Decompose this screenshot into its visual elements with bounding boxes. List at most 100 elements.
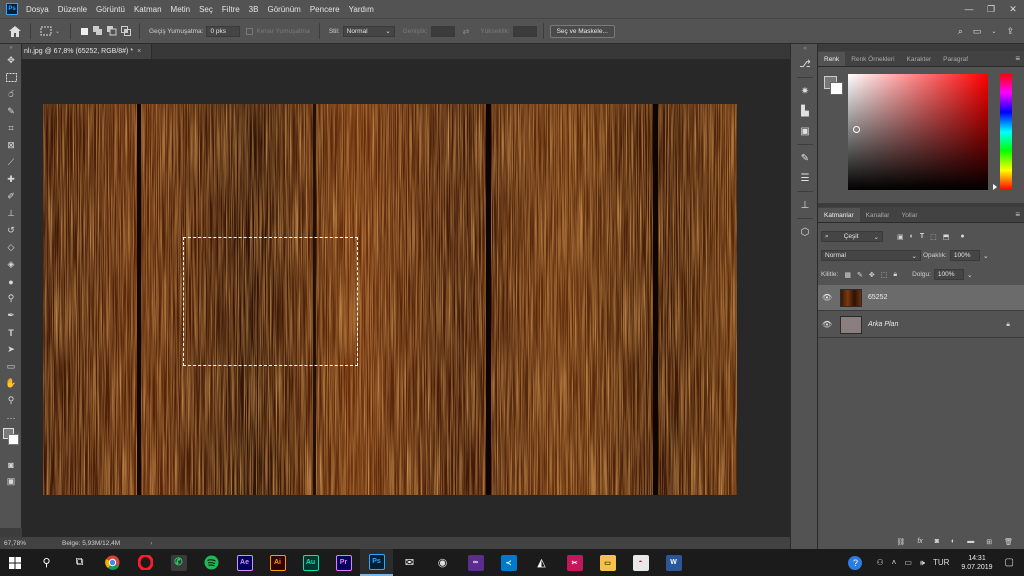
adjustment-layer-icon[interactable]: ◐ [951, 538, 955, 545]
clone-stamp-tool-icon[interactable]: ⊥ [0, 205, 22, 222]
tab-paths[interactable]: Yollar [895, 208, 923, 222]
blur-tool-icon[interactable]: ● [0, 273, 22, 290]
lock-all-icon[interactable]: 🔒︎ [893, 271, 897, 279]
healing-brush-tool-icon[interactable]: ✚ [0, 171, 22, 188]
visual-studio-icon[interactable]: ∞ [459, 549, 492, 576]
frame-tool-icon[interactable]: ⊠ [0, 137, 22, 154]
notifications-icon[interactable]: ▢ [1005, 557, 1014, 568]
tab-character[interactable]: Karakter [901, 52, 938, 66]
hand-tool-icon[interactable]: ✋ [0, 375, 22, 392]
layer-style-icon[interactable]: fx [917, 538, 922, 545]
snipping-tool-icon[interactable]: ✂ [558, 549, 591, 576]
screen-mode-icon[interactable]: ▣ [0, 473, 22, 490]
restore-button[interactable]: ❐ [980, 0, 1002, 18]
after-effects-icon[interactable]: Ae [228, 549, 261, 576]
paint-icon[interactable]: ◓ [624, 549, 657, 576]
share-icon[interactable]: ⇪ [1006, 26, 1014, 37]
volume-icon[interactable]: 🕪︎ [920, 558, 925, 568]
menu-3d[interactable]: 3B [249, 5, 259, 14]
trash-icon[interactable]: 🗑︎ [1004, 538, 1013, 546]
antialias-checkbox[interactable] [246, 27, 254, 35]
smart-object-filter-icon[interactable]: ⬒ [943, 233, 950, 241]
image-canvas[interactable] [43, 104, 737, 495]
add-mask-icon[interactable]: ◙ [935, 538, 939, 545]
lock-transparent-icon[interactable]: ▦ [844, 271, 851, 279]
clone-source-icon[interactable]: ⊥ [791, 195, 819, 215]
menu-select[interactable]: Seç [199, 5, 213, 14]
paint-bucket-tool-icon[interactable]: ◈ [0, 256, 22, 273]
collapse-icon[interactable]: « [791, 44, 819, 54]
feather-input[interactable]: 0 pks [206, 25, 241, 37]
tab-paragraph[interactable]: Paragraf [937, 52, 974, 66]
hue-slider-handle[interactable] [993, 184, 997, 190]
more-tools-icon[interactable]: ··· [0, 409, 22, 426]
tab-color[interactable]: Renk [818, 52, 846, 66]
3d-panel-icon[interactable]: ⬡ [791, 222, 819, 242]
new-layer-icon[interactable]: ⊞ [986, 538, 992, 546]
eyedropper-tool-icon[interactable]: ⟋ [0, 154, 22, 171]
new-selection-icon[interactable] [79, 26, 89, 36]
menu-layer[interactable]: Katman [134, 5, 162, 14]
select-and-mask-button[interactable]: Seç ve Maskele... [549, 24, 615, 38]
lasso-tool-icon[interactable]: ර [0, 86, 22, 103]
new-group-icon[interactable]: ▬ [967, 538, 974, 545]
search-icon[interactable]: ⚲ [30, 549, 63, 576]
zoom-tool-icon[interactable]: ⚲ [0, 392, 22, 409]
color-picker-cursor[interactable] [853, 126, 860, 133]
language-indicator[interactable]: TUR [933, 558, 949, 567]
chevron-down-icon[interactable]: ⌄ [991, 28, 996, 35]
rectangle-tool-icon[interactable]: ▭ [0, 358, 22, 375]
link-layers-icon[interactable]: ⛓ [896, 538, 905, 546]
chevron-up-icon[interactable]: ˄ [892, 558, 897, 567]
search-icon[interactable]: ⌕ [958, 26, 963, 37]
tab-layers[interactable]: Katmanlar [818, 208, 860, 222]
height-input[interactable] [512, 25, 537, 37]
lock-image-icon[interactable]: ✎ [857, 271, 863, 279]
premiere-icon[interactable]: Pr [327, 549, 360, 576]
menu-filter[interactable]: Filtre [222, 5, 240, 14]
close-button[interactable]: ✕ [1002, 0, 1024, 18]
filter-toggle-icon[interactable]: ● [960, 233, 964, 240]
word-icon[interactable]: W [657, 549, 690, 576]
width-input[interactable] [430, 25, 455, 37]
mail-icon[interactable]: ✉ [393, 549, 426, 576]
tab-channels[interactable]: Kanallar [860, 208, 896, 222]
zoom-level[interactable]: 67,78% [4, 540, 44, 547]
brushes-panel-icon[interactable]: ✎ [791, 148, 819, 168]
file-explorer-icon[interactable]: ▭ [591, 549, 624, 576]
quick-select-tool-icon[interactable]: ✎ [0, 103, 22, 120]
add-selection-icon[interactable] [93, 26, 103, 36]
start-button[interactable] [0, 549, 30, 576]
layer-name[interactable]: 65252 [868, 294, 887, 301]
color-field[interactable] [848, 74, 988, 190]
type-tool-icon[interactable]: T [0, 324, 22, 341]
menu-window[interactable]: Pencere [310, 5, 340, 14]
eraser-tool-icon[interactable]: ◇ [0, 239, 22, 256]
shape-filter-icon[interactable]: ⬚ [930, 233, 937, 241]
close-tab-icon[interactable]: × [137, 48, 141, 55]
menu-type[interactable]: Metin [171, 5, 191, 14]
opacity-input[interactable]: 100% [949, 250, 980, 261]
help-icon[interactable]: ? [848, 555, 863, 570]
menu-image[interactable]: Görüntü [96, 5, 125, 14]
fill-input[interactable]: 100% [933, 269, 964, 280]
subtract-selection-icon[interactable] [107, 26, 117, 36]
crop-tool-icon[interactable]: ⌗ [0, 120, 22, 137]
menu-edit[interactable]: Düzenle [58, 5, 87, 14]
move-tool-icon[interactable]: ✥ [0, 52, 22, 69]
history-panel-icon[interactable]: ⎇ [791, 54, 819, 74]
vscode-icon[interactable]: ≺ [492, 549, 525, 576]
lock-position-icon[interactable]: ✥ [869, 271, 875, 279]
rect-marquee-preset-icon[interactable] [39, 26, 53, 36]
task-view-icon[interactable]: ⧉ [63, 549, 96, 576]
brush-settings-icon[interactable]: ☰ [791, 168, 819, 188]
pen-tool-icon[interactable]: ✒ [0, 307, 22, 324]
opera-icon[interactable] [129, 549, 162, 576]
blend-mode-select[interactable]: Normal ⌄ [821, 250, 921, 261]
histogram-panel-icon[interactable]: ▙ [791, 101, 819, 121]
panel-menu-icon[interactable]: ≡ [1015, 210, 1020, 219]
background-color-swatch[interactable] [830, 82, 843, 95]
pixel-filter-icon[interactable]: ▣ [897, 233, 904, 241]
menu-view[interactable]: Görünüm [267, 5, 300, 14]
layer-row-65252[interactable]: 👁︎ 65252 [818, 285, 1024, 311]
